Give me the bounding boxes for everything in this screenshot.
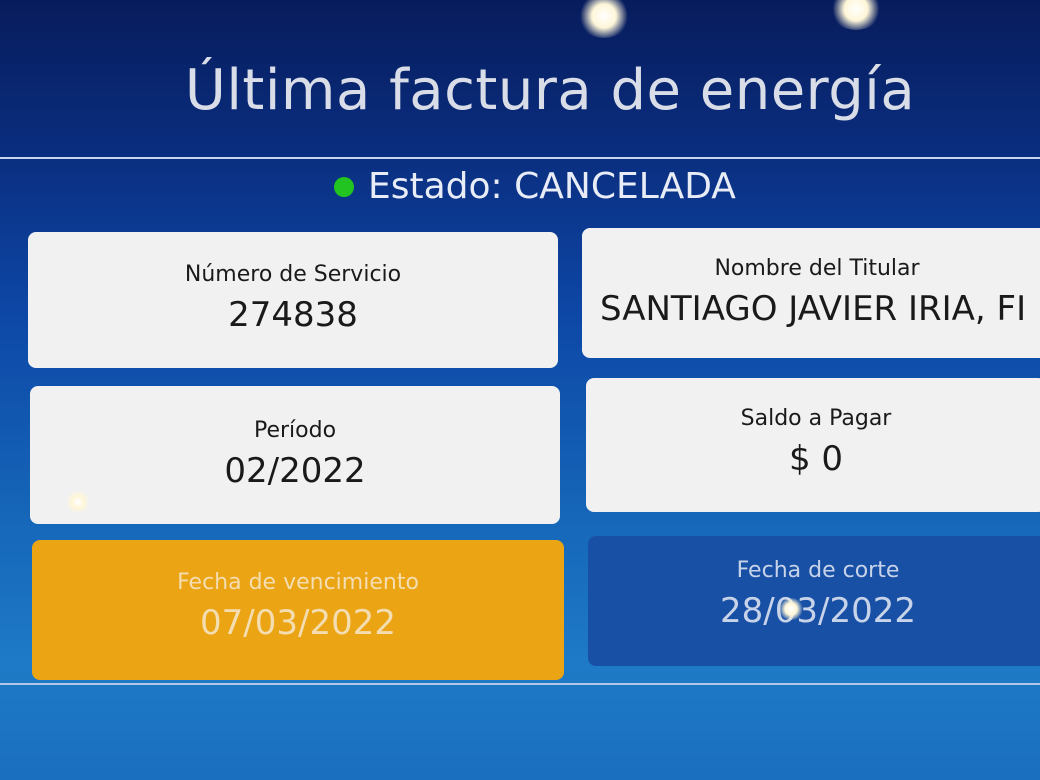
- cutoff-date-label: Fecha de corte: [736, 558, 900, 583]
- period-label: Período: [253, 418, 337, 443]
- footer-divider: [0, 683, 1040, 685]
- status-text: Estado: CANCELADA: [368, 166, 736, 207]
- holder-name-card: Nombre del Titular SANTIAGO JAVIER IRIA,…: [582, 228, 1040, 358]
- period-card: Período 02/2022: [30, 386, 560, 524]
- due-date-card: Fecha de vencimiento 07/03/2022: [32, 540, 564, 680]
- light-reflection: [830, 0, 882, 30]
- balance-due-card: Saldo a Pagar $ 0: [586, 378, 1040, 512]
- status-dot-icon: [334, 176, 354, 197]
- due-date-label: Fecha de vencimiento: [177, 570, 419, 595]
- service-number-value: 274838: [228, 295, 358, 335]
- balance-due-label: Saldo a Pagar: [740, 406, 892, 431]
- holder-name-label: Nombre del Titular: [714, 256, 920, 281]
- light-reflection: [578, 0, 630, 38]
- due-date-value: 07/03/2022: [200, 603, 396, 643]
- light-reflection: [66, 490, 90, 514]
- light-reflection: [778, 598, 804, 620]
- service-number-label: Número de Servicio: [184, 262, 402, 287]
- header-divider: [0, 157, 1040, 159]
- cutoff-date-card: Fecha de corte 28/03/2022: [588, 536, 1040, 666]
- status-indicator: Estado: CANCELADA: [334, 166, 736, 207]
- service-number-card: Número de Servicio 274838: [28, 232, 558, 368]
- holder-name-value: SANTIAGO JAVIER IRIA, FI: [600, 289, 1027, 329]
- cutoff-date-value: 28/03/2022: [720, 591, 916, 631]
- balance-due-value: $ 0: [788, 439, 844, 479]
- period-value: 02/2022: [224, 451, 366, 491]
- page-title: Última factura de energía: [184, 58, 916, 123]
